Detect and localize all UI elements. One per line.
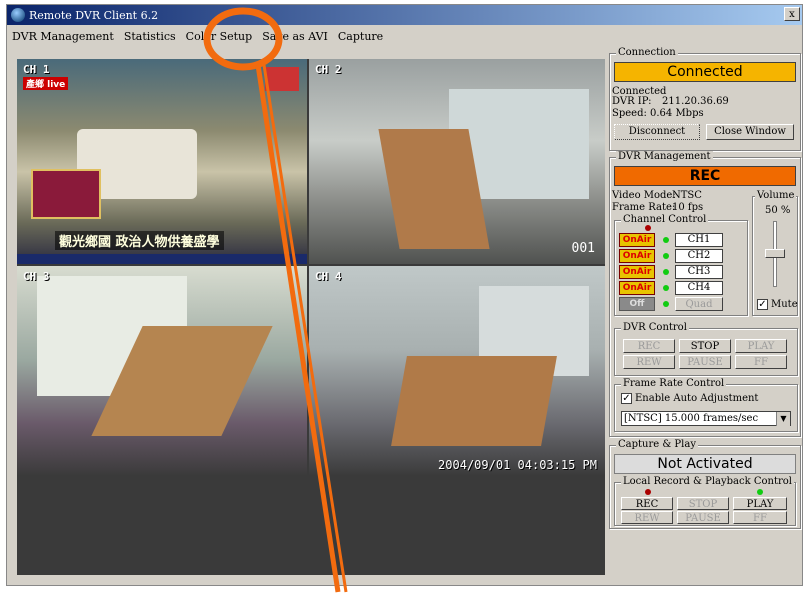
ch2-onair-button[interactable]: OnAir: [619, 249, 655, 263]
frame-rate-control-title: Frame Rate Control: [621, 378, 727, 389]
close-icon[interactable]: x: [784, 7, 800, 21]
chevron-down-icon[interactable]: ▼: [776, 412, 790, 426]
local-pause-button[interactable]: PAUSE: [677, 511, 729, 524]
dvr-stop-button[interactable]: STOP: [679, 339, 731, 353]
local-ff-button[interactable]: FF: [733, 511, 787, 524]
channel-logo: [265, 67, 299, 91]
local-play-led: [757, 489, 763, 495]
app-globe-icon: [11, 8, 25, 22]
mute-checkbox[interactable]: ✓: [757, 299, 768, 310]
channel-2-label: CH 2: [315, 63, 342, 76]
frame-rate-label: Frame Rate:: [612, 202, 676, 213]
dvr-control-title: DVR Control: [621, 322, 689, 333]
ch2-led: [663, 253, 669, 259]
ch3-led: [663, 269, 669, 275]
dvr-control-group: DVR Control REC STOP PLAY REW PAUSE FF: [614, 322, 798, 376]
ch2-button[interactable]: CH2: [675, 249, 723, 263]
local-record-group: Local Record & Playback Control REC STOP…: [614, 476, 796, 526]
channel-control-group: Channel Control OnAir CH1 OnAir CH2 OnAi…: [614, 214, 748, 316]
menu-dvr-management[interactable]: DVR Management: [7, 30, 119, 43]
local-rec-button[interactable]: REC: [621, 497, 673, 510]
channel-4-view[interactable]: CH 4 2004/09/01 04:03:15 PM: [309, 266, 605, 476]
inset-banner: [31, 169, 101, 219]
connection-group: Connection Connected Connected DVR IP: 2…: [609, 47, 801, 151]
volume-value: 50 %: [765, 205, 791, 216]
dvr-play-button[interactable]: PLAY: [735, 339, 787, 353]
dvr-ff-button[interactable]: FF: [735, 355, 787, 369]
menu-save-as-avi[interactable]: Save as AVI: [257, 30, 333, 43]
connection-status: Connected: [614, 62, 796, 82]
connection-group-title: Connection: [616, 47, 678, 58]
conference-table: [391, 356, 557, 446]
channel-1-label: CH 1: [23, 63, 50, 76]
dvr-pause-button[interactable]: PAUSE: [679, 355, 731, 369]
frame-rate-select-value: [NTSC] 15.000 frames/sec: [624, 413, 759, 424]
dvr-rec-button[interactable]: REC: [623, 339, 675, 353]
mute-label: Mute: [771, 299, 798, 310]
quad-off-button[interactable]: Off: [619, 297, 655, 311]
ch1-led: [663, 237, 669, 243]
frame-rate-select[interactable]: [NTSC] 15.000 frames/sec ▼: [621, 411, 791, 426]
video-mode-value: NTSC: [672, 190, 702, 201]
capture-play-group: Capture & Play Not Activated Local Recor…: [609, 439, 801, 529]
dvr-ip-label: DVR IP:: [612, 96, 652, 107]
video-mode-label: Video Mode:: [612, 190, 676, 201]
auto-adjust-checkbox[interactable]: ✓: [621, 393, 632, 404]
local-play-button[interactable]: PLAY: [733, 497, 787, 510]
ch3-button[interactable]: CH3: [675, 265, 723, 279]
local-rec-led: [645, 489, 651, 495]
ch4-button[interactable]: CH4: [675, 281, 723, 295]
ch4-onair-button[interactable]: OnAir: [619, 281, 655, 295]
volume-slider-thumb[interactable]: [765, 249, 785, 258]
menu-bar: DVR Management Statistics Color Setup Sa…: [7, 27, 388, 45]
quad-button[interactable]: Quad: [675, 297, 723, 311]
dvr-client-window: Remote DVR Client 6.2 x DVR Management S…: [6, 4, 803, 586]
title-bar: Remote DVR Client 6.2 x: [7, 5, 802, 25]
capture-play-title: Capture & Play: [616, 439, 698, 450]
local-stop-button[interactable]: STOP: [677, 497, 729, 510]
speed-value: 0.64 Mbps: [650, 108, 704, 119]
channel-3-view[interactable]: CH 3: [17, 266, 307, 476]
ch1-onair-button[interactable]: OnAir: [619, 233, 655, 247]
frame-rate-control-group: Frame Rate Control ✓ Enable Auto Adjustm…: [614, 378, 798, 432]
menu-color-setup[interactable]: Color Setup: [181, 30, 258, 43]
volume-title: Volume: [755, 190, 797, 201]
live-badge: 產鄉 live: [23, 77, 69, 90]
dvr-ip-value: 211.20.36.69: [662, 96, 729, 107]
menu-statistics[interactable]: Statistics: [119, 30, 181, 43]
local-rew-button[interactable]: REW: [621, 511, 673, 524]
news-ticker: [17, 254, 307, 264]
ch1-button[interactable]: CH1: [675, 233, 723, 247]
channel-2-view[interactable]: CH 2 001: [309, 59, 605, 264]
camera-number: 001: [571, 241, 595, 256]
close-window-button[interactable]: Close Window: [706, 124, 794, 140]
channel-1-view[interactable]: CH 1 產鄉 live 觀光鄉國 政治人物供養盛學: [17, 59, 307, 264]
dvr-management-group-title: DVR Management: [616, 151, 713, 162]
channel-status-led: [645, 225, 651, 231]
auto-adjust-label: Enable Auto Adjustment: [635, 393, 759, 404]
window-title: Remote DVR Client 6.2: [29, 8, 159, 22]
ch4-led: [663, 285, 669, 291]
speed-label: Speed:: [612, 108, 647, 119]
frame-rate-value: 10 fps: [672, 202, 704, 213]
capture-status: Not Activated: [614, 454, 796, 474]
menu-capture[interactable]: Capture: [333, 30, 388, 43]
local-record-title: Local Record & Playback Control: [621, 476, 794, 487]
video-timestamp: 2004/09/01 04:03:15 PM: [438, 458, 597, 472]
video-area: CH 1 產鄉 live 觀光鄉國 政治人物供養盛學 CH 2 001 CH 3…: [17, 59, 605, 575]
news-headline: 觀光鄉國 政治人物供養盛學: [55, 231, 224, 250]
dvr-rew-button[interactable]: REW: [623, 355, 675, 369]
volume-group: Volume 50 % ✓ Mute: [752, 190, 798, 316]
quad-led: [663, 301, 669, 307]
control-panel: Connection Connected Connected DVR IP: 2…: [607, 45, 803, 587]
channel-4-label: CH 4: [315, 270, 342, 283]
channel-control-title: Channel Control: [621, 214, 709, 225]
rec-status: REC: [614, 166, 796, 186]
disconnect-button[interactable]: Disconnect: [614, 124, 700, 140]
dvr-management-group: DVR Management REC Video Mode: NTSC Fram…: [609, 151, 801, 437]
ch3-onair-button[interactable]: OnAir: [619, 265, 655, 279]
channel-3-label: CH 3: [23, 270, 50, 283]
